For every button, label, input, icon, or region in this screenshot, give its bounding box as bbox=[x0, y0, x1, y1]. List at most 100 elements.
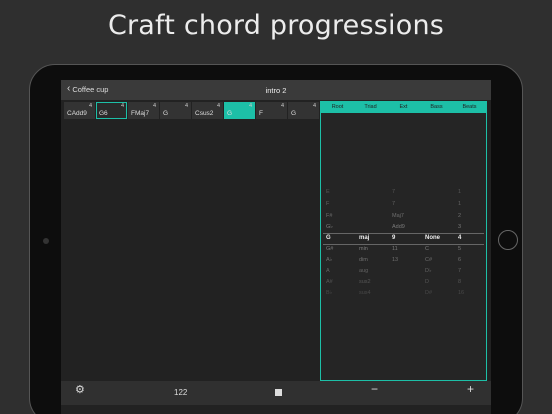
column-root[interactable]: Root bbox=[321, 102, 354, 113]
picker-cell: 3 bbox=[458, 224, 462, 230]
picker-row[interactable]: F# Maj7 2 bbox=[321, 213, 486, 219]
picker-cell: 7 bbox=[458, 268, 462, 274]
chord-beats: 4 bbox=[248, 103, 252, 109]
picker-cell: 7 bbox=[392, 201, 396, 207]
picker-cell: G# bbox=[326, 246, 334, 252]
chord-cell[interactable]: FMaj7 4 bbox=[128, 102, 159, 119]
picker-cell: Add9 bbox=[392, 224, 405, 230]
chord-cell[interactable]: Csus2 4 bbox=[192, 102, 223, 119]
chord-name: G6 bbox=[99, 110, 108, 117]
plus-button[interactable]: + bbox=[467, 382, 474, 396]
picker-cell bbox=[354, 224, 387, 230]
picker-cell: aug bbox=[359, 268, 369, 274]
picker-cell bbox=[354, 201, 387, 207]
minus-button[interactable]: − bbox=[371, 382, 378, 396]
chord-name: Csus2 bbox=[195, 110, 214, 117]
page-title: intro 2 bbox=[265, 86, 287, 95]
picker-cell: C# bbox=[425, 257, 433, 263]
picker-cell: D♭ bbox=[425, 268, 432, 274]
picker-cell: 11 bbox=[392, 246, 398, 252]
chord-name: F bbox=[259, 110, 263, 117]
picker-cell: maj bbox=[359, 235, 370, 241]
tempo-value[interactable]: 122 bbox=[174, 388, 187, 397]
picker-cell: 7 bbox=[392, 189, 396, 195]
picker-cell: E bbox=[326, 189, 330, 195]
column-triad[interactable]: Triad bbox=[354, 102, 387, 113]
app-screen: ‹ Coffee cup intro 2 CAdd9 4 G6 4 FMaj7 4 G… bbox=[61, 80, 491, 414]
chord-name: G bbox=[227, 110, 233, 117]
picker-cell: 4 bbox=[458, 235, 462, 241]
picker-cell bbox=[387, 268, 420, 274]
chord-cell[interactable]: F4 bbox=[256, 102, 287, 119]
chord-strip: CAdd9 4 G6 4 FMaj7 4 G4 Csus2 4 G4 F4 G4 bbox=[64, 102, 319, 119]
picker-cell: 16 bbox=[458, 290, 465, 296]
picker-cell: min bbox=[359, 246, 368, 252]
picker-cell: D# bbox=[425, 290, 433, 296]
chord-name: CAdd9 bbox=[67, 110, 87, 117]
picker-cell: 8 bbox=[458, 279, 462, 285]
home-button[interactable] bbox=[498, 230, 518, 250]
picker-cell: B♭ bbox=[326, 290, 333, 296]
chord-beats: 4 bbox=[152, 103, 156, 109]
picker-cell: D bbox=[425, 279, 429, 285]
picker-cell: F# bbox=[326, 213, 333, 219]
picker-cell: 1 bbox=[458, 189, 462, 195]
picker-cell: sus2 bbox=[359, 279, 371, 285]
chord-picker[interactable]: Root Triad Ext Bass Beats E 7 1 F 7 1 F# Maj7 2 G… bbox=[320, 101, 487, 381]
column-ext[interactable]: Ext bbox=[387, 102, 420, 113]
picker-cell: 1 bbox=[458, 201, 462, 207]
picker-cell: A♭ bbox=[326, 257, 333, 263]
picker-cell bbox=[420, 213, 453, 219]
chord-cell[interactable]: G6 4 bbox=[96, 102, 127, 119]
chord-cell[interactable]: CAdd9 4 bbox=[64, 102, 95, 119]
picker-row[interactable]: A# sus2 D 8 bbox=[321, 279, 486, 285]
picker-cell bbox=[420, 224, 453, 230]
picker-row[interactable]: A♭ dim 13 C# 6 bbox=[321, 257, 486, 263]
selection-divider bbox=[323, 233, 484, 234]
picker-row[interactable]: F 7 1 bbox=[321, 201, 486, 207]
chord-beats: 4 bbox=[88, 103, 92, 109]
chord-beats: 4 bbox=[280, 103, 284, 109]
picker-row[interactable]: G♭ Add9 3 bbox=[321, 224, 486, 230]
picker-cell bbox=[420, 189, 453, 195]
chord-cell[interactable]: G4 bbox=[288, 102, 319, 119]
selection-divider bbox=[323, 244, 484, 245]
headline: Craft chord progressions bbox=[107, 10, 445, 41]
picker-cell: None bbox=[425, 235, 440, 241]
column-beats[interactable]: Beats bbox=[453, 102, 486, 113]
picker-cell: G♭ bbox=[326, 224, 333, 230]
camera-icon bbox=[43, 238, 49, 244]
chord-beats: 4 bbox=[184, 103, 188, 109]
chord-name: FMaj7 bbox=[131, 110, 150, 117]
picker-row[interactable]: B♭ sus4 D# 16 bbox=[321, 290, 486, 296]
chord-cell[interactable]: G4 bbox=[224, 102, 255, 119]
picker-row[interactable]: Aaug D♭ 7 bbox=[321, 268, 486, 274]
stop-icon[interactable] bbox=[275, 389, 282, 396]
gear-icon[interactable]: ⚙ bbox=[75, 383, 85, 396]
chord-beats: 4 bbox=[312, 103, 316, 109]
navigation-bar: ‹ Coffee cup intro 2 bbox=[61, 80, 491, 100]
picker-cell bbox=[354, 189, 387, 195]
picker-cell: 2 bbox=[458, 213, 462, 219]
picker-cell: 5 bbox=[458, 246, 462, 252]
picker-row[interactable]: G# min 11 C 5 bbox=[321, 246, 486, 252]
picker-cell: 9 bbox=[392, 235, 396, 241]
chord-beats: 4 bbox=[216, 103, 220, 109]
chord-beats: 4 bbox=[120, 103, 124, 109]
bottom-toolbar: ⚙ 122 − + bbox=[61, 381, 491, 405]
picker-cell: Maj7 bbox=[392, 213, 404, 219]
picker-cell bbox=[387, 290, 420, 296]
chord-cell[interactable]: G4 bbox=[160, 102, 191, 119]
picker-header: Root Triad Ext Bass Beats bbox=[321, 102, 486, 113]
picker-cell bbox=[387, 279, 420, 285]
picker-row[interactable]: E 7 1 bbox=[321, 189, 486, 195]
picker-cell: A# bbox=[326, 279, 333, 285]
picker-cell: 6 bbox=[458, 257, 462, 263]
picker-row-selected[interactable]: Gmaj 9 None 4 bbox=[321, 235, 486, 241]
picker-cell: C bbox=[425, 246, 429, 252]
picker-cell bbox=[420, 201, 453, 207]
column-bass[interactable]: Bass bbox=[420, 102, 453, 113]
picker-cell: 13 bbox=[392, 257, 399, 263]
picker-cell bbox=[354, 213, 387, 219]
picker-cell: sus4 bbox=[359, 290, 371, 296]
